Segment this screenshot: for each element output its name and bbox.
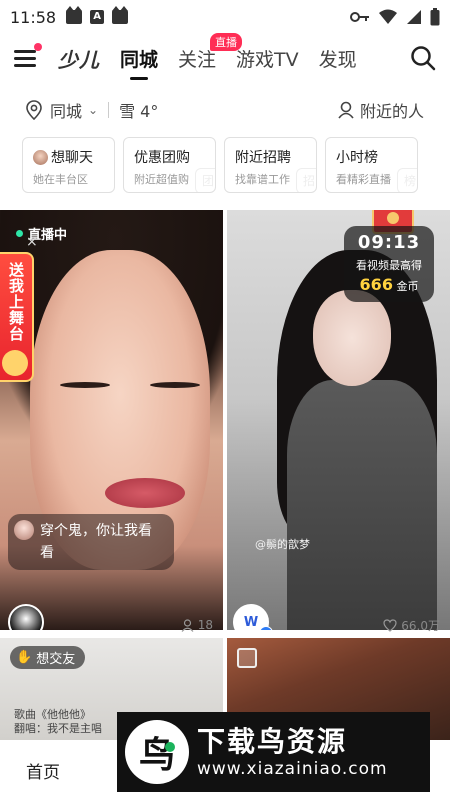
live-stream-tile[interactable]: 直播中 × 送我上舞台 穿个鬼，你让我看看	[0, 210, 223, 630]
interest-tag-label: 想交友	[36, 652, 76, 667]
comment-text: 穿个鬼，你让我看看	[40, 523, 152, 561]
viewer-icon	[181, 618, 194, 632]
photo-eye	[150, 382, 200, 388]
comment-bubble: 穿个鬼，你让我看看	[8, 514, 174, 570]
notification-a-icon: A	[90, 10, 105, 24]
banner-title: 下载鸟资源	[197, 725, 348, 758]
person-icon	[338, 101, 354, 119]
nearby-people-button[interactable]: 附近的人	[338, 98, 424, 122]
top-nav: 少儿 同城 关注 直播 游戏TV 发现	[0, 32, 450, 80]
feed-grid: 直播中 × 送我上舞台 穿个鬼，你让我看看 09:13 看视频最高得 666 金…	[0, 210, 450, 740]
card-title: 想聊天	[51, 150, 93, 166]
tile-meta: 66.0万	[227, 614, 450, 636]
tab-discover[interactable]: 发现	[319, 45, 357, 72]
caption-line: 翻唱：我不是主唱	[14, 722, 102, 735]
card-title: 小时榜	[336, 150, 378, 166]
battery-icon	[430, 8, 440, 26]
status-time: 11:58	[10, 7, 57, 27]
coin-unit: 金币	[396, 280, 419, 293]
category-cards: 想聊天 她在丰台区 优惠团购 附近超值购 团 附近招聘 找靠谱工作 招 小时榜 …	[22, 137, 450, 193]
notification-cat-icon	[66, 6, 83, 24]
card-jobs[interactable]: 附近招聘 找靠谱工作 招	[224, 137, 317, 193]
caption-line: 歌曲《他他他》	[14, 708, 91, 721]
card-subtitle: 她在丰台区	[33, 173, 88, 186]
bird-logo-icon: 鸟	[125, 720, 189, 784]
download-watermark-banner: 鸟 下载鸟资源 www.xiazainiao.com	[117, 712, 430, 792]
chevron-down-icon[interactable]: ⌄	[88, 103, 98, 117]
tab-game-tv[interactable]: 游戏TV	[236, 45, 299, 72]
card-hour-rank[interactable]: 小时榜 看精彩直播 榜	[325, 137, 418, 193]
key-icon	[350, 12, 369, 22]
search-icon[interactable]	[410, 45, 436, 71]
stage-banner[interactable]: 送我上舞台	[0, 252, 34, 382]
close-icon[interactable]: ×	[26, 234, 38, 250]
live-dot	[16, 230, 23, 237]
timer-countdown: 09:13	[357, 232, 421, 253]
app-logo-tab[interactable]: 少儿	[58, 44, 100, 73]
logo-dot	[165, 742, 175, 752]
tab-home[interactable]: 首页	[26, 758, 60, 783]
image-icon	[237, 648, 257, 668]
video-caption: 歌曲《他他他》 翻唱：我不是主唱	[14, 708, 102, 736]
photo-lips	[105, 478, 185, 508]
wifi-icon	[379, 9, 397, 24]
city-selector[interactable]: 同城	[50, 98, 82, 122]
notification-dot	[34, 43, 42, 51]
stage-banner-text: 送我上舞台	[7, 262, 25, 342]
card-group-buy[interactable]: 优惠团购 附近超值购 团	[123, 137, 216, 193]
nearby-people-label: 附近的人	[359, 102, 424, 121]
gift-icon	[2, 350, 28, 376]
signal-icon	[407, 10, 421, 24]
location-pin-icon	[26, 100, 42, 120]
tab-guanzhu-label: 关注	[178, 48, 217, 71]
menu-button[interactable]	[14, 43, 42, 68]
live-indicator: 直播中	[16, 224, 67, 243]
logo-glyph: 鸟	[138, 735, 175, 776]
timer-subtitle: 看视频最高得	[356, 259, 422, 272]
card-chat[interactable]: 想聊天 她在丰台区	[22, 137, 115, 193]
video-tile[interactable]: 09:13 看视频最高得 666 金币 @鬃的歆梦 W ✓	[227, 210, 450, 630]
photo-eye	[60, 382, 110, 388]
banner-url: www.xiazainiao.com	[197, 759, 388, 779]
tab-tongcheng[interactable]: 同城	[120, 45, 158, 80]
location-row: 同城 ⌄ 雪 4° 附近的人	[0, 92, 450, 128]
avatar	[33, 149, 48, 165]
weather-label: 雪 4°	[119, 102, 159, 121]
trophy-icon: 榜	[397, 168, 417, 192]
reward-timer[interactable]: 09:13 看视频最高得 666 金币	[344, 226, 434, 302]
card-title: 附近招聘	[235, 150, 291, 166]
interest-tag: ✋ 想交友	[10, 646, 86, 669]
card-title: 优惠团购	[134, 150, 190, 166]
notification-cat-icon-2	[112, 6, 129, 24]
like-count: 66.0万	[401, 618, 440, 633]
photo-face	[313, 290, 391, 386]
avatar	[14, 520, 34, 540]
photo-body	[287, 380, 437, 630]
tile-meta: 18	[0, 614, 223, 636]
video-watermark: @鬃的歆梦	[255, 538, 310, 551]
coin-amount: 666	[359, 275, 393, 294]
wave-hand-icon: ✋	[16, 650, 33, 665]
ticket-icon: 团	[195, 168, 215, 192]
divider	[108, 102, 110, 118]
briefcase-icon: 招	[296, 168, 316, 192]
status-bar: 11:58 A	[0, 0, 450, 34]
heart-icon[interactable]	[383, 618, 397, 632]
viewer-count: 18	[197, 618, 213, 632]
tab-guanzhu[interactable]: 关注 直播	[178, 32, 243, 72]
